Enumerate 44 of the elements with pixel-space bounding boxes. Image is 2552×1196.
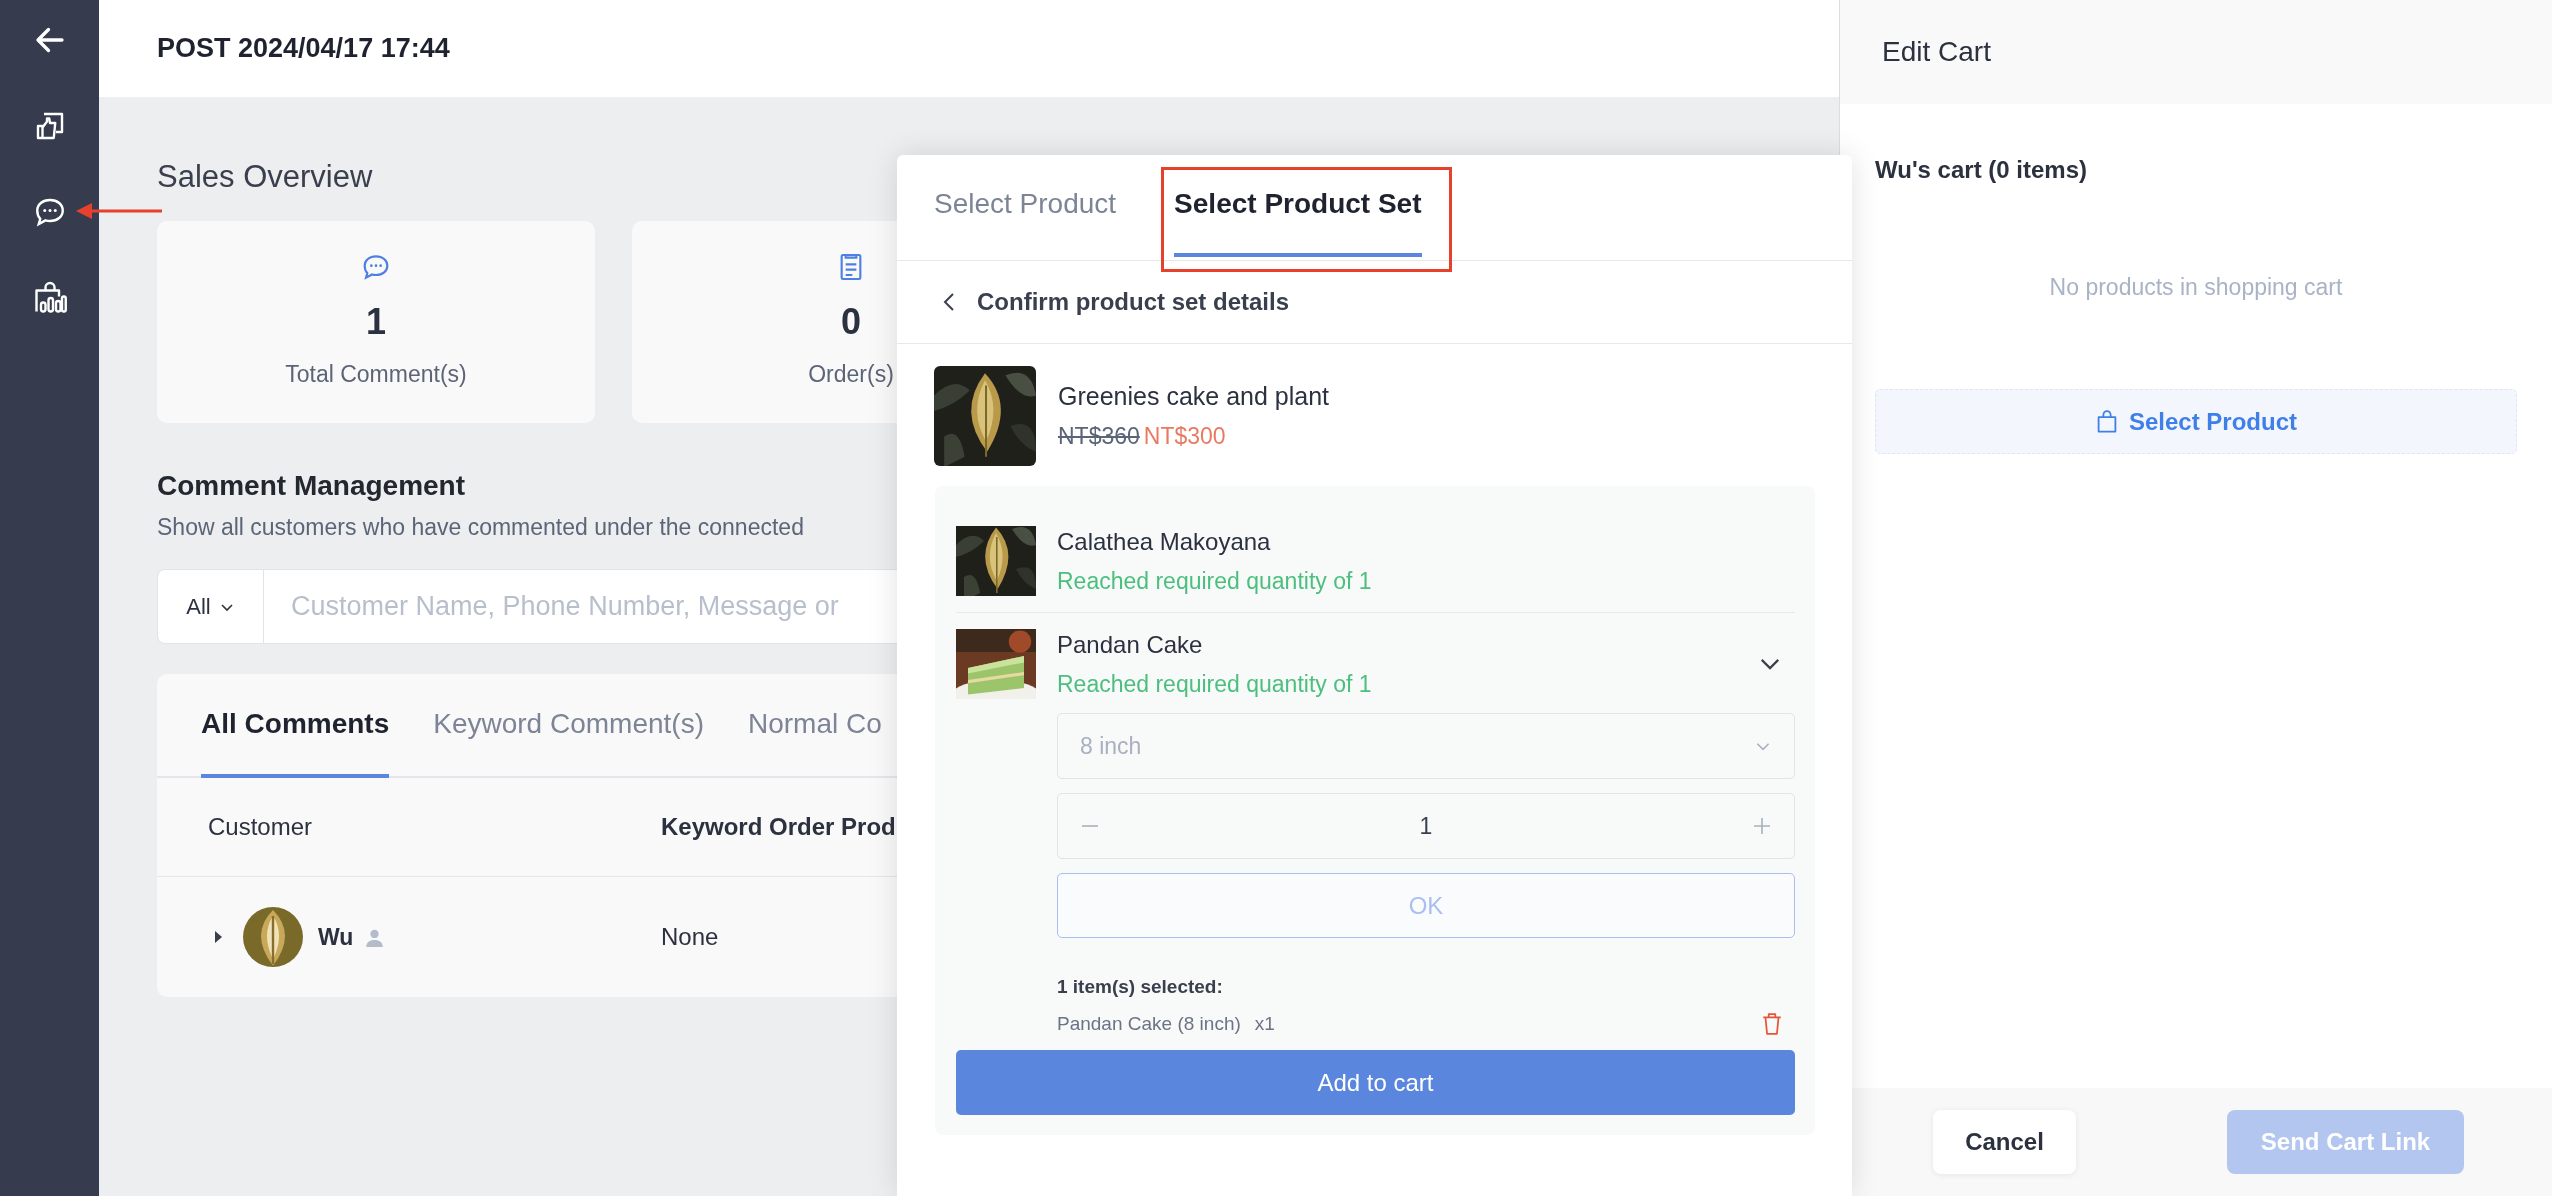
comment-tab[interactable]: Keyword Comment(s): [433, 674, 704, 778]
empty-cart-message: No products in shopping cart: [2049, 274, 2343, 301]
set-item-row[interactable]: Calathea Makoyana Reached required quantity of 1: [956, 510, 1795, 613]
option-select[interactable]: 8 inch: [1057, 713, 1795, 779]
column-header: Keyword Order Prod: [661, 813, 896, 841]
item-status: Reached required quantity of 1: [1057, 567, 1373, 595]
sale-price: NT$300: [1143, 423, 1226, 450]
section-title: Comment Management: [157, 470, 467, 502]
set-item-row[interactable]: Pandan Cake Reached required quantity of 1: [956, 613, 1795, 715]
stat-value: 1: [366, 301, 386, 343]
panel-title: Confirm product set details: [977, 288, 1290, 316]
selected-item: Pandan Cake (8 inch): [1057, 1013, 1241, 1035]
selected-quantity: x1: [1254, 1013, 1275, 1035]
product-name: Greenies cake and plant: [1058, 382, 1329, 411]
cart-title: Wu's cart (0 items): [1875, 156, 2088, 184]
trash-icon[interactable]: [1761, 1012, 1783, 1036]
picker-tab[interactable]: Select Product: [934, 155, 1117, 257]
section-description: Show all customers who have commented under the connected: [157, 514, 805, 541]
caret-right-icon[interactable]: [213, 930, 223, 944]
section-title: Sales Overview: [157, 159, 374, 195]
quantity-value: 1: [1419, 812, 1433, 840]
post-title: POST 2024/04/17 17:44: [157, 33, 450, 64]
drawer-title: Edit Cart: [1882, 36, 1991, 68]
cancel-button[interactable]: Cancel: [1933, 1110, 2076, 1174]
item-name: Calathea Makoyana: [1057, 527, 1272, 556]
person-icon: [365, 927, 385, 947]
column-header: Customer: [208, 813, 314, 841]
search-field[interactable]: Customer Name, Phone Number, Message or: [264, 569, 897, 644]
customer-name: Wu: [318, 923, 354, 951]
select-product-button[interactable]: Select Product: [1875, 389, 2517, 454]
picker-tab[interactable]: Select Product Set: [1174, 155, 1422, 257]
comment-tab[interactable]: All Comments: [201, 674, 390, 778]
add-to-cart-button[interactable]: Add to cart: [956, 1050, 1795, 1115]
original-price: NT$360: [1058, 423, 1140, 450]
item-status: Reached required quantity of 1: [1057, 670, 1373, 698]
comment-tab[interactable]: Normal Co: [748, 674, 882, 778]
table-cell: None: [661, 923, 719, 951]
item-name: Pandan Cake: [1057, 630, 1204, 659]
filter-dropdown[interactable]: All: [157, 569, 264, 644]
stat-label: Order(s): [808, 361, 894, 388]
chevron-left-icon[interactable]: [943, 292, 955, 312]
stat-label: Total Comment(s): [285, 361, 467, 388]
selection-summary: 1 item(s) selected:: [1057, 976, 1224, 998]
stat-value: 0: [841, 301, 861, 343]
